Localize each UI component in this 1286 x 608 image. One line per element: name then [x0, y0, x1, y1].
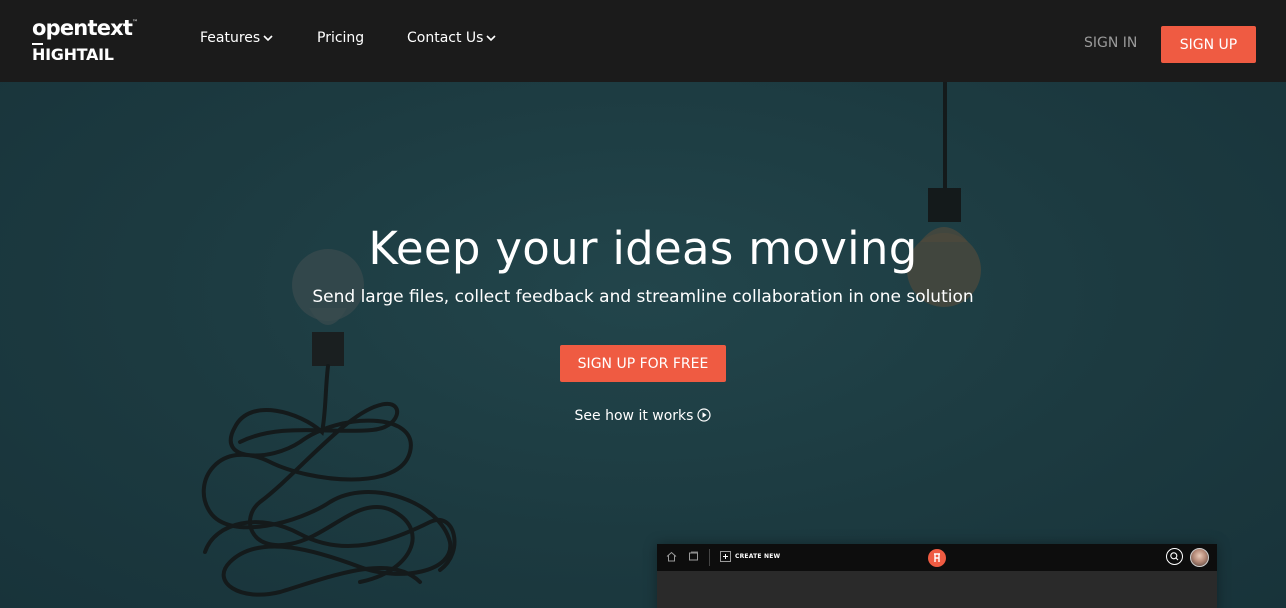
plus-icon [720, 551, 731, 562]
nav-pricing[interactable]: Pricing [317, 30, 364, 46]
sign-up-button[interactable]: SIGN UP [1161, 26, 1256, 63]
hightail-logo-icon [928, 549, 946, 567]
nav-features[interactable]: Features [200, 30, 273, 46]
nav-pricing-label: Pricing [317, 30, 365, 46]
nav-contact-us-label: Contact Us [407, 30, 484, 46]
logo-hightail-text: HIGHTAIL [32, 45, 114, 64]
hero-title: Keep your ideas moving [368, 222, 918, 275]
app-preview-toolbar: CREATE NEW [657, 544, 1217, 571]
nav-features-label: Features [200, 30, 261, 46]
see-how-it-works-label: See how it works [574, 408, 694, 424]
chevron-down-icon [486, 35, 497, 42]
see-how-it-works-link[interactable]: See how it works [575, 408, 712, 424]
search-icon[interactable] [1166, 548, 1183, 565]
sign-in-link[interactable]: SIGN IN [1084, 35, 1137, 51]
chevron-down-icon [263, 35, 273, 42]
app-preview: CREATE NEW [657, 544, 1217, 608]
play-circle-icon [697, 408, 712, 422]
nav-contact-us[interactable]: Contact Us [407, 30, 497, 46]
logo-opentext-text: opentext [32, 16, 133, 40]
top-navbar: opentext ™ HIGHTAIL Features Pricing Con… [0, 0, 1286, 82]
toolbar-divider [709, 549, 710, 566]
create-new-label[interactable]: CREATE NEW [735, 553, 780, 560]
folder-icon [689, 551, 698, 561]
home-icon [666, 551, 677, 562]
logo-trademark: ™ [132, 19, 138, 26]
hero-section: Keep your ideas moving Send large files,… [0, 82, 1286, 608]
avatar[interactable] [1190, 548, 1209, 567]
sign-up-for-free-button[interactable]: SIGN UP FOR FREE [560, 345, 726, 382]
see-how-it-works-row: See how it works [0, 408, 1286, 424]
hero-subtitle: Send large files, collect feedback and s… [312, 287, 974, 307]
